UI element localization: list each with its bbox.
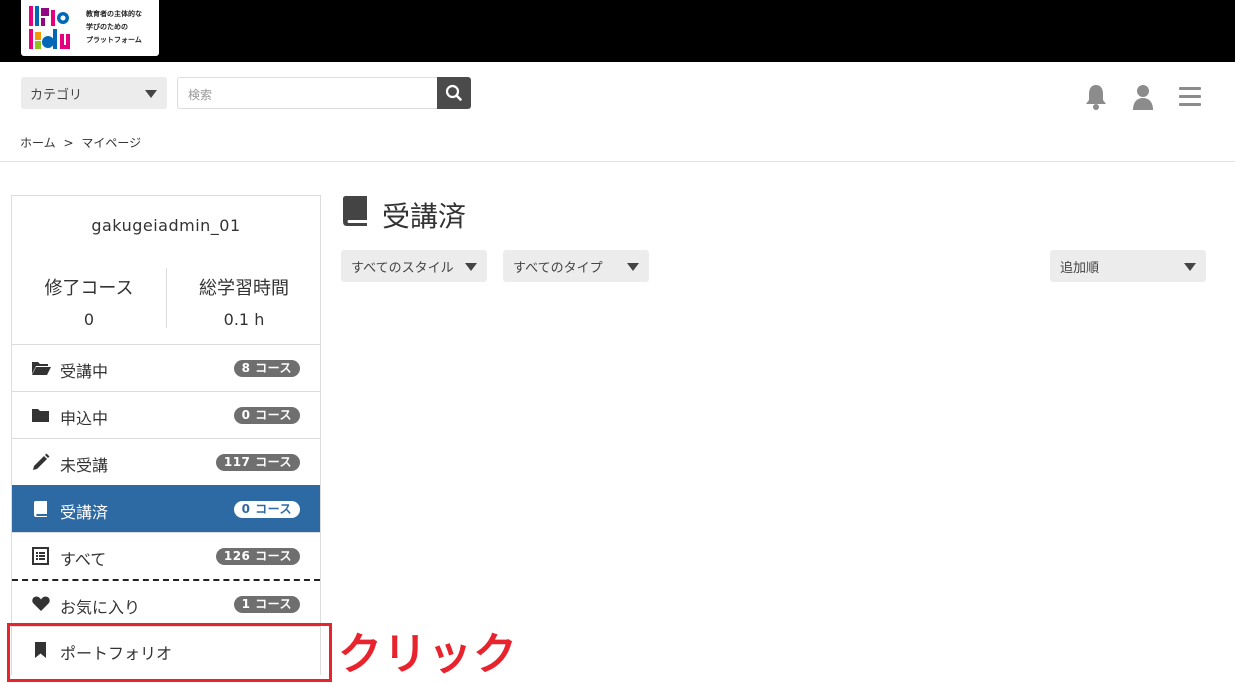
stat-total-learning-time: 総学習時間 0.1 h xyxy=(167,274,321,329)
course-count-badge: 1 コース xyxy=(233,596,300,613)
logo-tagline: 教育者の主体的な 学びのための プラットフォーム xyxy=(86,10,142,44)
sidebar-item-all[interactable]: すべて 126 コース xyxy=(12,532,320,579)
chevron-down-icon xyxy=(1184,263,1196,271)
sidebar-item-label: すべて xyxy=(60,550,107,569)
course-count-badge: 0 コース xyxy=(233,501,300,518)
breadcrumb-separator: > xyxy=(63,136,74,150)
style-filter-dropdown[interactable]: すべてのスタイル xyxy=(341,250,487,282)
sidebar-item-in-progress[interactable]: 受講中 8 コース xyxy=(12,344,320,391)
chevron-down-icon xyxy=(465,263,477,271)
type-filter-label: すべてのタイプ xyxy=(513,261,603,276)
sidebar-item-completed[interactable]: 受講済 0 コース xyxy=(12,485,320,532)
breadcrumb: ホーム > マイページ xyxy=(20,134,145,151)
top-bar: 教育者の主体的な 学びのための プラットフォーム xyxy=(0,0,1235,62)
mypage-sidebar: gakugeiadmin_01 修了コース 0 総学習時間 0.1 h 受講中 … xyxy=(11,195,321,675)
course-count-badge: 117 コース xyxy=(215,454,300,471)
stat-value: 0.1 h xyxy=(223,310,265,329)
username: gakugeiadmin_01 xyxy=(91,216,241,235)
hamburger-menu-icon[interactable] xyxy=(1178,83,1204,111)
book-icon xyxy=(343,196,367,226)
folder-open-icon xyxy=(32,362,51,375)
stat-value: 0 xyxy=(83,310,95,329)
sidebar-item-label: 受講中 xyxy=(60,362,109,381)
header-divider xyxy=(0,161,1235,162)
search-icon xyxy=(445,84,462,101)
sidebar-item-label: 未受講 xyxy=(60,456,109,475)
pencil-icon xyxy=(33,453,50,470)
heart-icon xyxy=(32,596,50,611)
sidebar-item-label: お気に入り xyxy=(60,598,141,617)
breadcrumb-current: マイページ xyxy=(81,136,142,150)
stat-label: 総学習時間 xyxy=(199,278,289,299)
type-filter-dropdown[interactable]: すべてのタイプ xyxy=(503,250,649,282)
sort-dropdown[interactable]: 追加順 xyxy=(1050,250,1206,282)
page-title-text: 受講済 xyxy=(382,200,467,233)
folder-icon xyxy=(32,409,49,422)
logo-mark-icon xyxy=(29,6,70,49)
sidebar-item-label: 受講済 xyxy=(60,503,109,522)
click-highlight-box xyxy=(7,623,332,682)
search-input[interactable]: 検索 xyxy=(177,77,438,109)
list-icon xyxy=(32,547,49,565)
search-placeholder: 検索 xyxy=(188,88,213,102)
search-button[interactable] xyxy=(437,77,471,109)
chevron-down-icon xyxy=(627,263,639,271)
user-icon[interactable] xyxy=(1130,83,1156,111)
sidebar-item-favorites[interactable]: お気に入り 1 コース xyxy=(12,579,320,626)
sort-label: 追加順 xyxy=(1060,261,1100,276)
sidebar-item-applied[interactable]: 申込中 0 コース xyxy=(12,391,320,438)
stat-label: 修了コース xyxy=(44,278,134,299)
course-count-badge: 0 コース xyxy=(233,407,300,424)
course-count-badge: 8 コース xyxy=(233,360,300,377)
style-filter-label: すべてのスタイル xyxy=(351,261,454,276)
sidebar-item-not-started[interactable]: 未受講 117 コース xyxy=(12,438,320,485)
sidebar-item-label: 申込中 xyxy=(60,409,109,428)
stat-completed-courses: 修了コース 0 xyxy=(12,274,166,329)
click-annotation-label: クリック xyxy=(338,629,518,680)
bell-icon[interactable] xyxy=(1083,83,1109,111)
site-logo[interactable]: 教育者の主体的な 学びのための プラットフォーム xyxy=(21,0,159,56)
category-dropdown[interactable]: カテゴリ xyxy=(21,77,167,109)
book-icon xyxy=(34,501,47,517)
course-count-badge: 126 コース xyxy=(215,548,300,565)
breadcrumb-home-link[interactable]: ホーム xyxy=(20,136,56,150)
chevron-down-icon xyxy=(145,90,157,98)
category-label: カテゴリ xyxy=(30,88,83,103)
